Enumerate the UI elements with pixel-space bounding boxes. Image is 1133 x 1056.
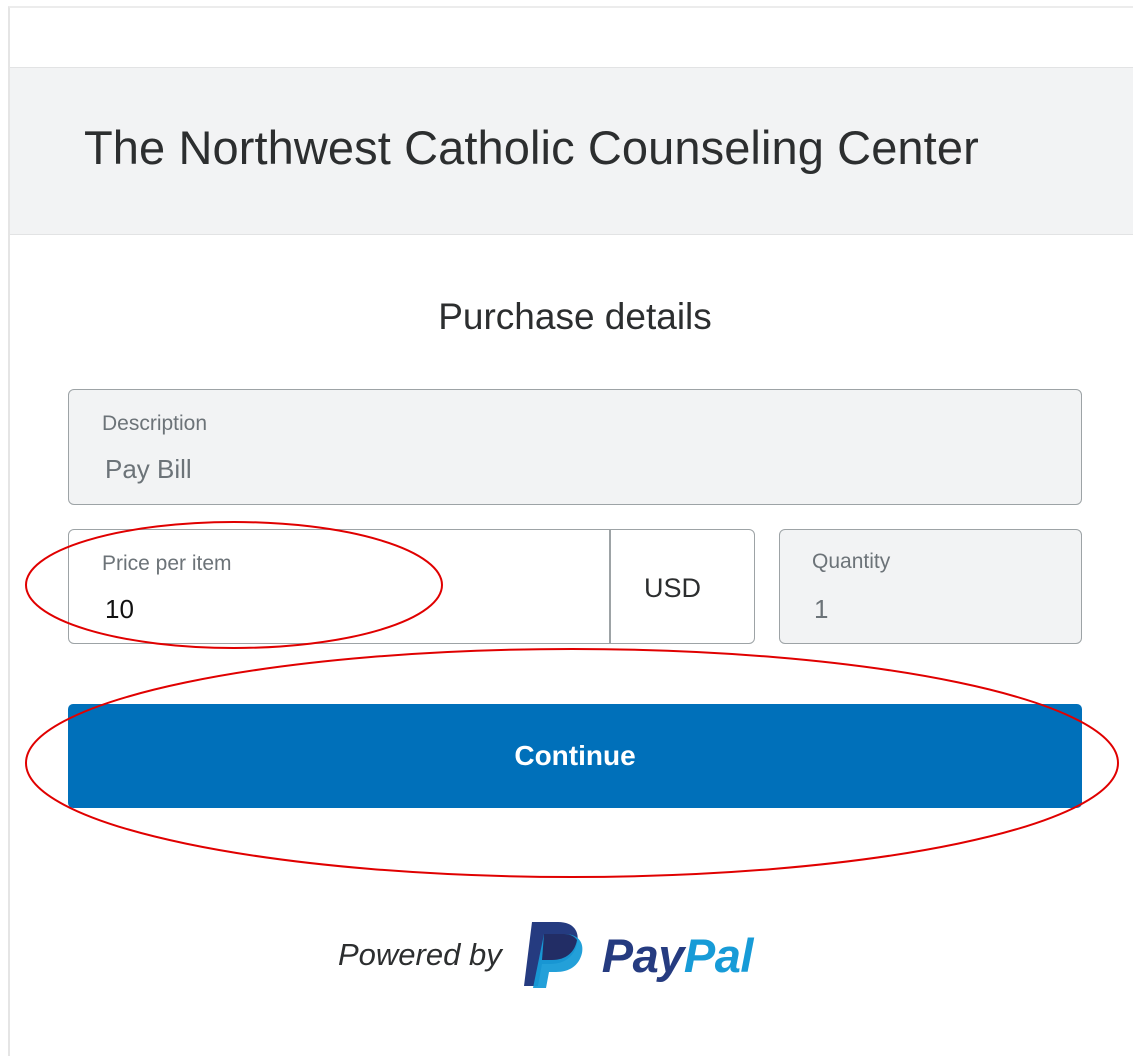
description-field: Description Pay Bill [68,389,1082,505]
price-label: Price per item [102,552,232,575]
quantity-field: Quantity 1 [779,529,1082,644]
description-label: Description [102,412,208,435]
quantity-value: 1 [814,594,829,624]
continue-button[interactable]: Continue [68,704,1082,808]
paypal-wordmark: PayPal [601,928,754,983]
powered-by-text: Powered by [338,937,502,972]
description-value: Pay Bill [105,454,192,484]
purchase-details-title: Purchase details [438,296,712,337]
price-input[interactable]: 10 [105,594,134,625]
powered-by-paypal: Powered by PayPal [338,920,753,990]
price-field[interactable]: Price per item 10 USD [68,529,755,644]
currency-divider [609,530,611,643]
paypal-logo-icon [523,922,583,988]
quantity-label: Quantity [812,550,891,573]
paypal-word-pay: Pay [601,928,685,982]
paypal-word-pal: Pal [683,928,754,982]
merchant-name: The Northwest Catholic Counseling Center [84,121,979,174]
currency-label: USD [644,573,702,603]
